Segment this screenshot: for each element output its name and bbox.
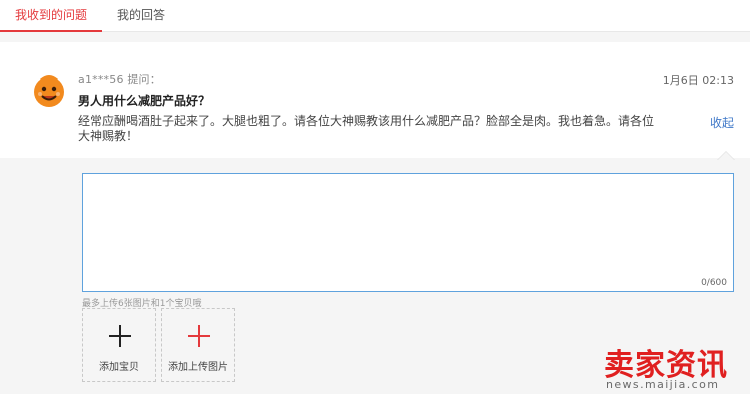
add-goods-label: 添加宝贝 (99, 362, 139, 373)
watermark: 卖家资讯 news.maijia.com (600, 340, 750, 394)
upload-image-label: 添加上传图片 (168, 362, 228, 373)
watermark-url: news.maijia.com (606, 378, 720, 391)
question-title: 男人用什么减肥产品好？ (78, 94, 211, 108)
tab-my-answers[interactable]: 我的回答 (102, 0, 180, 32)
char-counter: 0/600 (701, 278, 727, 288)
answer-textarea[interactable] (83, 174, 733, 291)
tab-bar: 我收到的问题 我的回答 (0, 0, 750, 32)
page: 我收到的问题 我的回答 a1***56 提问： 1月6日 02:13 男人用什么… (0, 0, 750, 394)
avatar-icon (30, 72, 68, 110)
question-time: 1月6日 02:13 (662, 74, 734, 87)
pointer-caret-fill (718, 152, 734, 160)
collapse-link[interactable]: 收起 (710, 114, 734, 131)
plus-icon (188, 325, 210, 347)
add-goods-button[interactable]: 添加宝贝 (82, 308, 156, 382)
question-description: 经常应酬喝酒肚子起来了。大腿也粗了。请各位大神赐教该用什么减肥产品？脸部全是肉。… (78, 114, 655, 143)
avatar (30, 72, 68, 110)
answer-box: 0/600 (82, 173, 734, 292)
tab-received-questions[interactable]: 我收到的问题 (0, 0, 102, 32)
asker-label: a1***56 提问： (78, 73, 161, 86)
upload-image-button[interactable]: 添加上传图片 (161, 308, 235, 382)
question-card: a1***56 提问： 1月6日 02:13 男人用什么减肥产品好？ 经常应酬喝… (0, 42, 750, 158)
plus-icon (109, 325, 131, 347)
